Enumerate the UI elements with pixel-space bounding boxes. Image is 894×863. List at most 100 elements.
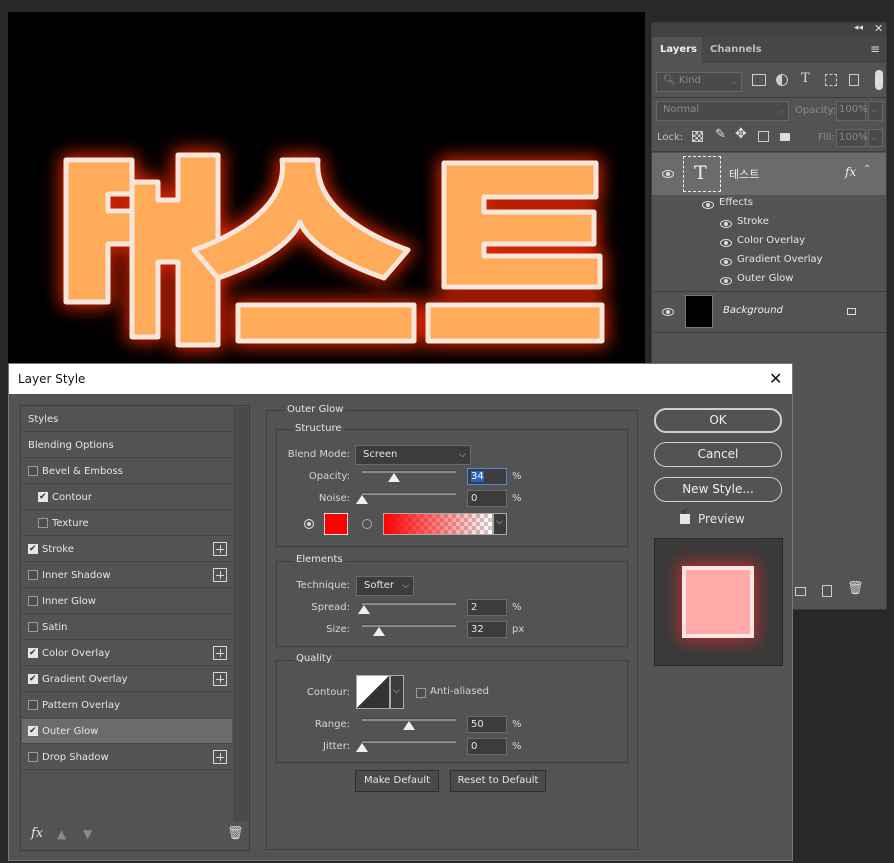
visibility-eye-icon[interactable] bbox=[662, 170, 674, 178]
dialog-titlebar[interactable]: Layer Style ✕ bbox=[9, 364, 792, 394]
close-panel-icon[interactable]: ✕ bbox=[874, 22, 883, 35]
checkbox-checked[interactable] bbox=[28, 667, 38, 692]
lock-all-icon[interactable] bbox=[780, 133, 790, 141]
style-item-gradient-overlay[interactable]: Gradient Overlay bbox=[22, 667, 232, 692]
preview-checkbox[interactable] bbox=[680, 507, 690, 524]
add-drop-shadow-button[interactable] bbox=[213, 750, 227, 764]
solid-color-radio[interactable] bbox=[304, 519, 314, 529]
trash-icon[interactable]: 🗑︎ bbox=[227, 826, 244, 841]
noise-input[interactable]: 0 bbox=[467, 490, 507, 507]
layer-opacity-input[interactable]: 100% bbox=[836, 101, 868, 121]
style-item-contour[interactable]: Contour bbox=[22, 485, 232, 510]
move-down-icon[interactable]: ▼ bbox=[83, 827, 92, 841]
filter-adjustment-icon[interactable] bbox=[776, 74, 788, 86]
anti-aliased-checkbox[interactable] bbox=[416, 688, 426, 698]
fx-icon[interactable]: fx bbox=[845, 165, 856, 179]
checkbox[interactable] bbox=[28, 466, 38, 476]
move-up-icon[interactable]: ▲ bbox=[57, 827, 66, 841]
contour-picker[interactable] bbox=[356, 675, 390, 709]
visibility-eye-icon[interactable] bbox=[720, 277, 732, 285]
filter-smart-object-icon[interactable] bbox=[849, 74, 859, 86]
visibility-eye-icon[interactable] bbox=[662, 308, 674, 316]
visibility-eye-icon[interactable] bbox=[720, 239, 732, 247]
spread-input[interactable]: 2 bbox=[467, 599, 507, 616]
opacity-dropdown-button[interactable]: ⌵ bbox=[868, 101, 883, 121]
noise-slider-thumb[interactable] bbox=[356, 495, 368, 504]
range-input[interactable]: 50 bbox=[467, 716, 507, 733]
lock-position-icon[interactable]: ✥ bbox=[735, 126, 747, 142]
layer-row-background[interactable]: Background bbox=[652, 292, 886, 332]
opacity-input[interactable]: 34 bbox=[467, 468, 507, 485]
style-item-texture[interactable]: Texture bbox=[22, 511, 232, 536]
style-item-drop-shadow[interactable]: Drop Shadow bbox=[22, 745, 232, 770]
style-item-inner-shadow[interactable]: Inner Shadow bbox=[22, 563, 232, 588]
checkbox-checked[interactable] bbox=[28, 641, 38, 666]
jitter-slider-track[interactable] bbox=[362, 740, 456, 743]
style-item-styles[interactable]: Styles bbox=[22, 407, 232, 432]
layer-row-text[interactable]: T 테스트 fx ⌃ bbox=[652, 153, 886, 195]
effect-row-gradient-overlay[interactable]: Gradient Overlay bbox=[652, 252, 886, 271]
new-group-icon[interactable] bbox=[795, 587, 806, 596]
visibility-eye-icon[interactable] bbox=[720, 258, 732, 266]
new-layer-icon[interactable] bbox=[822, 585, 832, 597]
checkbox[interactable] bbox=[28, 596, 38, 606]
opacity-slider-track[interactable] bbox=[362, 470, 456, 473]
close-icon[interactable]: ✕ bbox=[769, 369, 782, 388]
add-inner-shadow-button[interactable] bbox=[213, 568, 227, 582]
checkbox[interactable] bbox=[28, 622, 38, 632]
lock-artboard-icon[interactable] bbox=[758, 131, 769, 142]
styles-scrollbar[interactable] bbox=[233, 407, 248, 821]
style-item-outer-glow[interactable]: Outer Glow bbox=[22, 719, 232, 744]
style-item-stroke[interactable]: Stroke bbox=[22, 537, 232, 562]
style-item-pattern-overlay[interactable]: Pattern Overlay bbox=[22, 693, 232, 718]
gradient-radio[interactable] bbox=[362, 519, 372, 529]
gradient-dropdown-button[interactable]: ⌵ bbox=[493, 513, 507, 535]
style-item-blending-options[interactable]: Blending Options bbox=[22, 433, 232, 458]
layer-fill-input[interactable]: 100% bbox=[836, 129, 868, 147]
glow-color-swatch[interactable] bbox=[324, 513, 348, 535]
add-color-overlay-button[interactable] bbox=[213, 646, 227, 660]
fx-icon[interactable]: fx bbox=[31, 826, 43, 841]
blend-mode-select[interactable]: Screen ⌵ bbox=[355, 445, 471, 465]
filter-shape-icon[interactable] bbox=[825, 74, 837, 86]
document-canvas[interactable] bbox=[8, 12, 645, 367]
collapse-effects-icon[interactable]: ⌃ bbox=[863, 164, 871, 175]
cancel-button[interactable]: Cancel bbox=[654, 442, 782, 467]
jitter-input[interactable]: 0 bbox=[467, 738, 507, 755]
fill-dropdown-button[interactable]: ⌵ bbox=[868, 129, 883, 147]
jitter-slider-thumb[interactable] bbox=[356, 743, 368, 752]
tab-channels[interactable]: Channels bbox=[702, 37, 770, 63]
effect-row-color-overlay[interactable]: Color Overlay bbox=[652, 233, 886, 252]
new-style-button[interactable]: New Style... bbox=[654, 477, 782, 502]
visibility-eye-icon[interactable] bbox=[702, 201, 714, 209]
make-default-button[interactable]: Make Default bbox=[355, 770, 439, 792]
size-input[interactable]: 32 bbox=[467, 621, 507, 638]
spread-slider-track[interactable] bbox=[362, 602, 456, 605]
collapse-panel-icon[interactable]: ◂◂ bbox=[854, 23, 863, 33]
noise-slider-track[interactable] bbox=[362, 492, 456, 495]
tab-layers[interactable]: Layers bbox=[652, 37, 705, 63]
visibility-eye-icon[interactable] bbox=[720, 220, 732, 228]
blend-mode-select[interactable]: Normal ⌵ bbox=[656, 101, 789, 121]
add-gradient-overlay-button[interactable] bbox=[213, 672, 227, 686]
checkbox[interactable] bbox=[38, 518, 48, 528]
checkbox-checked[interactable] bbox=[38, 485, 48, 510]
effects-group-row[interactable]: Effects bbox=[652, 195, 886, 214]
style-item-satin[interactable]: Satin bbox=[22, 615, 232, 640]
range-slider-thumb[interactable] bbox=[403, 721, 415, 730]
add-stroke-button[interactable] bbox=[213, 542, 227, 556]
size-slider-thumb[interactable] bbox=[373, 627, 385, 636]
style-item-bevel-emboss[interactable]: Bevel & Emboss bbox=[22, 459, 232, 484]
reset-to-default-button[interactable]: Reset to Default bbox=[450, 770, 546, 792]
filter-type-icon[interactable]: T bbox=[801, 71, 810, 86]
filter-toggle-switch[interactable] bbox=[875, 70, 883, 90]
effect-row-outer-glow[interactable]: Outer Glow bbox=[652, 271, 886, 290]
filter-pixel-icon[interactable] bbox=[752, 74, 766, 86]
contour-dropdown-button[interactable]: ⌵ bbox=[390, 675, 404, 709]
lock-transparent-icon[interactable] bbox=[692, 131, 703, 142]
ok-button[interactable]: OK bbox=[654, 408, 782, 433]
checkbox-checked[interactable] bbox=[28, 537, 38, 562]
filter-kind-select[interactable]: 🔍︎ Kind ⌵ bbox=[656, 72, 742, 92]
opacity-slider-thumb[interactable] bbox=[387, 473, 400, 482]
trash-icon[interactable]: 🗑︎ bbox=[847, 581, 864, 596]
